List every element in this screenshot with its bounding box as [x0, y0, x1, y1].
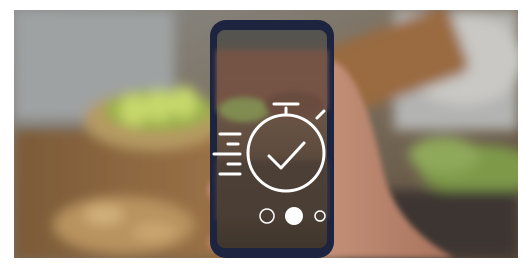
smartphone	[210, 20, 334, 258]
page	[0, 0, 530, 265]
photo-illustration	[14, 10, 518, 258]
shutter-button-icon	[285, 207, 303, 225]
food-photo	[14, 10, 518, 258]
